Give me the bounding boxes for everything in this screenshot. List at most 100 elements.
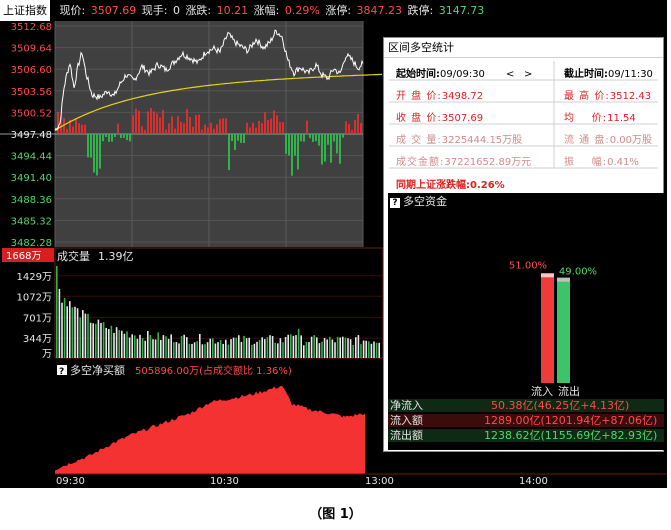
volume-bar [89,322,92,358]
flow-row-in: 流入额 1289.00亿(1201.94亿+87.06亿) [388,414,664,427]
volume-bar [274,342,276,358]
volume-bar [269,335,271,358]
flow-bar [144,129,146,134]
volume-title-value: 1.39亿 [98,250,134,263]
amount-value: 37221652.89万元 [444,157,532,168]
open-label: 开 盘 价: [396,91,442,102]
volume-bar [329,336,331,358]
index-name[interactable]: 上证指数 [0,0,50,21]
volume-bar [349,339,352,358]
open-value: 3498.72 [441,91,484,102]
prev-arrow-icon[interactable]: < [506,69,514,80]
limit-up-label: 涨停: [325,4,352,17]
flow-bar [327,134,329,145]
avg-label: 均 价: [564,113,608,124]
volume-bar [318,343,321,358]
flow-bar [240,134,242,143]
start-time-row: 起始时间:09/09:30 [396,64,485,85]
volume-bar [295,335,297,358]
volume-bar [370,343,373,358]
amp-label: 振 幅: [564,157,608,168]
flow-bar [111,134,113,142]
volume-tick-label: 701万 [23,314,52,325]
volume-bar [266,337,269,358]
flow-bar [117,123,119,134]
flow-bar [177,116,179,134]
price-tick-label: 3497.48 [11,130,52,141]
flow-bar [81,124,83,134]
flow-bar [246,122,248,134]
end-time-value[interactable]: 09/11:30 [608,69,653,80]
volume-bar [162,335,165,358]
volume-bar [154,339,157,358]
flow-bar [150,108,152,134]
start-time-nav: < > [506,64,532,85]
volume-bar [243,335,245,358]
pct-label: 涨幅: [253,4,280,17]
flow-row-value: 50.38亿(46.25亿+4.13亿) [491,399,630,412]
volume-bar [251,345,253,358]
volume-bar [113,332,115,358]
flow-bar [132,115,134,134]
price-tick-label: 3500.52 [11,108,52,119]
volume-bar [209,338,211,358]
flow-bar [183,123,185,134]
volume-value: 3225444.15万股 [441,135,523,146]
flow-bar [249,127,251,134]
volume-bar [227,344,230,358]
volume-bar [87,313,89,358]
volume-bar [199,334,201,358]
time-label-1300: 13:00 [365,476,394,487]
volume-bar [144,340,146,358]
flow-bar [57,112,59,134]
amp-value: 0.41% [607,157,639,168]
volume-bar [79,317,81,358]
volume-bar [58,288,61,358]
limit-down-value: 3147.73 [438,4,485,17]
net-buy-help-glyph: ? [59,367,64,377]
flow-bar [99,134,101,169]
flow-bar [204,124,206,134]
volume-bar [378,342,380,358]
start-time-value[interactable]: 09/09:30 [440,69,485,80]
volume-bar [279,338,282,358]
volume-bar [300,335,302,358]
volume-bar [56,265,58,358]
sync-label: 同期上证涨跌幅: [396,180,470,191]
flow-bar [258,120,260,134]
volume-bar [74,306,76,358]
flow-bar [288,134,290,156]
volume-bar [131,334,133,358]
open-row: 开 盘 价:3498.72 [396,86,483,107]
flow-bar [321,134,323,165]
change-value: 10.21 [216,4,249,17]
next-arrow-icon[interactable]: > [524,69,532,80]
flow-bar [141,126,143,134]
volume-bar [191,343,193,358]
volume-bar [258,339,261,358]
flow-bar [102,134,104,142]
flow-bar [195,115,197,134]
avg-value: 11.54 [607,113,636,124]
volume-bar [355,337,357,358]
flow-bar [180,121,182,134]
volume-bar [373,341,375,358]
inflow-bar [541,273,554,383]
volume-bar [136,338,139,358]
volume-bar [368,341,370,358]
flow-bar [213,128,215,134]
volume-bar [97,319,100,358]
flow-row-label: 净流入 [390,399,423,412]
flow-bar [201,129,203,134]
price-tick-label: 3503.56 [11,87,52,98]
volume-bar [342,336,344,358]
volume-bar [253,343,256,358]
flow-row-net: 净流入 50.38亿(46.25亿+4.13亿) [388,399,664,412]
inflow-label: 流入 [531,384,553,398]
volume-bar [141,338,144,358]
volume-bar [193,342,196,358]
volume-bar [186,337,188,358]
flow-bar [333,134,335,142]
price-tick-label: 3488.36 [11,195,52,206]
flow-bar [186,109,188,134]
